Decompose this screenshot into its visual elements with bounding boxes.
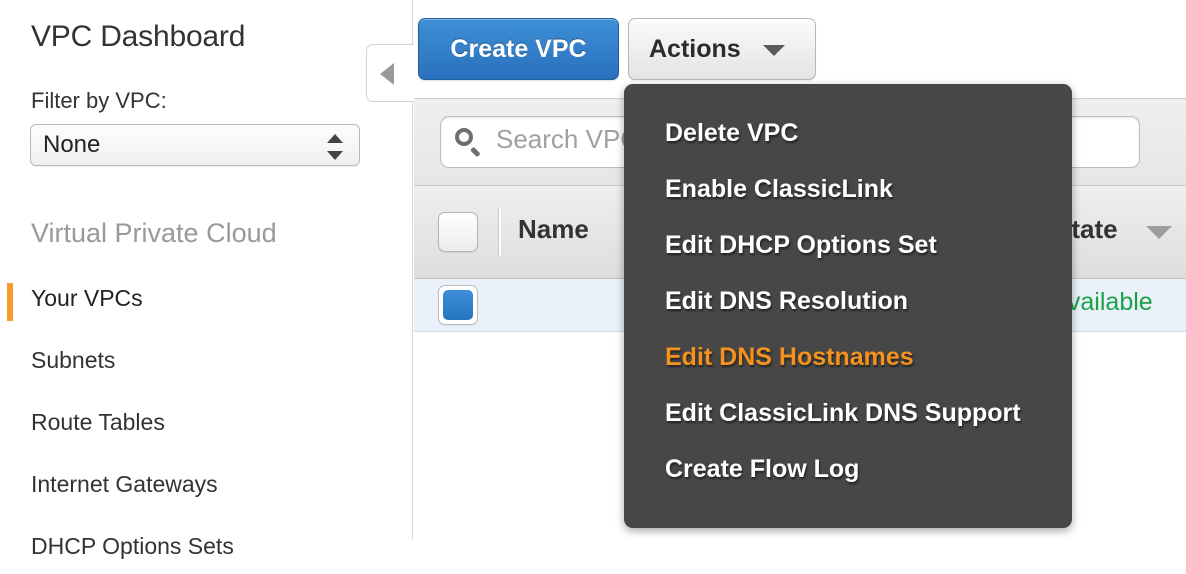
actions-button[interactable]: Actions	[628, 18, 816, 80]
menu-item-label: Enable ClassicLink	[665, 175, 893, 203]
stepper-updown-icon	[327, 133, 343, 161]
actions-dropdown-menu: Delete VPC Enable ClassicLink Edit DHCP …	[624, 84, 1072, 528]
menu-item-label: Edit DNS Resolution	[665, 287, 909, 315]
sidebar-item-label: DHCP Options Sets	[31, 533, 234, 559]
menu-item-edit-dns-resolution[interactable]: Edit DNS Resolution	[624, 284, 1072, 328]
filter-by-vpc-value: None	[43, 131, 101, 158]
menu-item-create-flow-log[interactable]: Create Flow Log	[624, 452, 1072, 496]
sort-descending-arrow-icon[interactable]	[1146, 226, 1172, 239]
create-vpc-label: Create VPC	[450, 34, 587, 63]
filter-by-vpc-label: Filter by VPC:	[31, 88, 167, 113]
sidebar-item-subnets[interactable]: Subnets	[0, 340, 412, 388]
menu-item-edit-dhcp-options-set[interactable]: Edit DHCP Options Set	[624, 228, 1072, 272]
triangle-left-icon	[380, 63, 394, 85]
sidebar-item-label: Subnets	[31, 347, 116, 373]
sidebar-item-label: Internet Gateways	[31, 471, 218, 497]
menu-item-edit-classiclink-dns-support[interactable]: Edit ClassicLink DNS Support	[624, 396, 1072, 440]
sidebar-item-dhcp-options-sets[interactable]: DHCP Options Sets	[0, 526, 412, 574]
menu-item-delete-vpc[interactable]: Delete VPC	[624, 116, 1072, 160]
menu-item-label: Edit DNS Hostnames	[665, 343, 914, 371]
vpc-console-screen: VPC Dashboard Filter by VPC: None Virtua…	[0, 0, 1186, 559]
sidebar-item-internet-gateways[interactable]: Internet Gateways	[0, 464, 412, 512]
sidebar-item-your-vpcs[interactable]: Your VPCs	[0, 278, 412, 326]
row-checkbox[interactable]	[438, 285, 478, 325]
sidebar-item-label: Route Tables	[31, 409, 165, 435]
menu-item-label: Edit DHCP Options Set	[665, 231, 937, 259]
search-icon	[455, 128, 483, 157]
actions-label: Actions	[649, 34, 741, 63]
menu-item-enable-classiclink[interactable]: Enable ClassicLink	[624, 172, 1072, 216]
column-divider	[498, 208, 501, 256]
create-vpc-button[interactable]: Create VPC	[418, 18, 619, 80]
menu-item-edit-dns-hostnames[interactable]: Edit DNS Hostnames	[624, 340, 1072, 384]
sidebar-section-heading: Virtual Private Cloud	[31, 218, 277, 248]
select-all-checkbox[interactable]	[438, 212, 478, 252]
menu-item-label: Create Flow Log	[665, 455, 860, 483]
page-title: VPC Dashboard	[31, 20, 246, 53]
chevron-down-icon	[763, 45, 785, 56]
sidebar: VPC Dashboard Filter by VPC: None Virtua…	[0, 0, 413, 559]
sidebar-item-label: Your VPCs	[31, 285, 143, 311]
active-indicator	[7, 283, 13, 321]
menu-item-label: Edit ClassicLink DNS Support	[665, 399, 1021, 427]
sidebar-item-route-tables[interactable]: Route Tables	[0, 402, 412, 450]
sidebar-collapse-button[interactable]	[366, 44, 414, 102]
filter-by-vpc-select[interactable]: None	[30, 124, 360, 166]
menu-item-label: Delete VPC	[665, 119, 799, 147]
column-header-name[interactable]: Name	[518, 214, 589, 245]
